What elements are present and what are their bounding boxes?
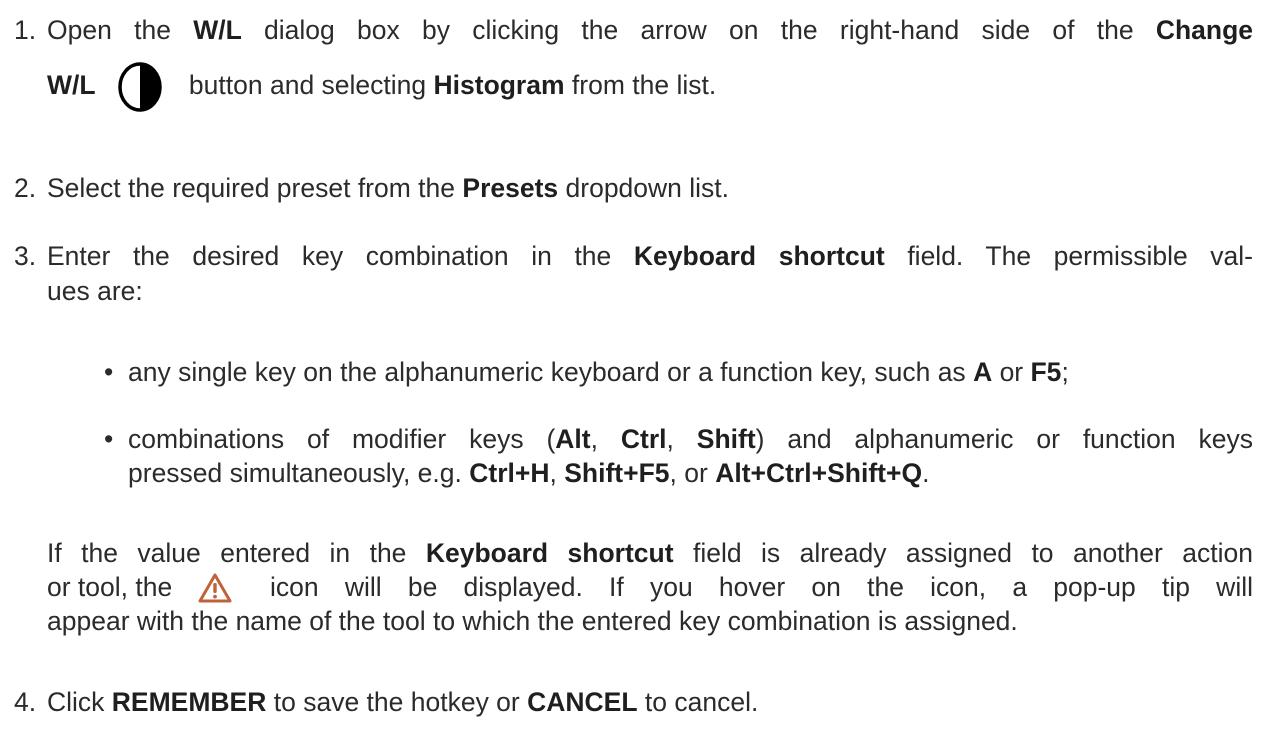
half-contrast-icon	[116, 61, 164, 113]
step-text: any single key on the alphanumeric keybo…	[128, 357, 974, 387]
step-bold: REMEMBER	[111, 687, 267, 717]
step-text: , or	[669, 458, 716, 488]
step-text: Click	[47, 687, 112, 717]
step-bold: Keyboard shortcut	[425, 538, 674, 568]
step-text: ,	[549, 458, 565, 488]
step-text: ,	[590, 424, 621, 454]
bullet-2-line-2: pressed simultaneously, e.g. Ctrl+H, Shi…	[128, 456, 929, 490]
step-bold: Alt	[555, 424, 591, 454]
note-line-1: If the value entered in the Keyboard sho…	[47, 536, 1253, 570]
step-text: to cancel.	[637, 687, 759, 717]
step-4-number: 4.	[14, 687, 37, 717]
bullet-2-line-1: combinations of modifier keys (Alt, Ctrl…	[128, 422, 1253, 456]
step-text: or tool, the	[47, 572, 173, 602]
step-text: ) and alphanumeric or function keys	[755, 424, 1253, 454]
step-1-line-1: Open the W/L dialog box by clicking the …	[47, 13, 1253, 47]
step-text: dialog box by clicking the arrow on the …	[241, 15, 1156, 45]
step-bold: Shift+F5	[564, 458, 670, 488]
step-bold: Ctrl+H	[469, 458, 550, 488]
note-line-3: appear with the name of the tool to whic…	[47, 606, 1018, 636]
step-bold: F5	[1030, 357, 1062, 387]
bullet-2: •	[104, 422, 113, 456]
step-text: dropdown list.	[558, 173, 730, 203]
step-text: icon will be displayed. If you hover on …	[270, 572, 1253, 602]
step-text: .	[922, 458, 930, 488]
step-4-line: Click REMEMBER to save the hotkey or CAN…	[47, 685, 758, 719]
note-line-2-start: or tool, the	[47, 570, 172, 604]
step-bold: Shift	[696, 424, 756, 454]
step-text: If the value entered in the	[47, 538, 426, 568]
step-bold: W/L	[47, 70, 96, 100]
bullet-1-text: any single key on the alphanumeric keybo…	[128, 355, 1069, 389]
step-text: to save the hotkey or	[266, 687, 528, 717]
step-bold: Presets	[462, 173, 559, 203]
step-bold: Change	[1155, 15, 1254, 45]
step-text: ,	[666, 424, 697, 454]
step-bold: CANCEL	[527, 687, 638, 717]
step-text: Enter the desired key combination in the	[47, 241, 634, 271]
step-text: or	[992, 357, 1031, 387]
document-page: 1. Open the W/L dialog box by clicking t…	[0, 0, 1267, 756]
bullet-dot: •	[104, 424, 114, 454]
step-text: button and selecting	[181, 70, 434, 100]
step-text: from the list.	[564, 70, 717, 100]
step-bold: A	[973, 357, 993, 387]
step-text: ;	[1061, 357, 1069, 387]
step-2-line: Select the required preset from the Pres…	[47, 171, 729, 205]
step-3-line-2: ues are:	[47, 276, 143, 306]
step-text: field. The permissible val-	[884, 241, 1253, 271]
step-text: Select the required preset from the	[47, 173, 463, 203]
step-bold: Alt+Ctrl+Shift+Q	[715, 458, 923, 488]
step-text: field is already assigned to another act…	[673, 538, 1253, 568]
step-1-number: 1.	[14, 15, 37, 45]
step-text: Open the	[47, 15, 194, 45]
step-bold: Ctrl	[620, 424, 667, 454]
step-text: pressed simultaneously, e.g.	[128, 458, 470, 488]
bullet-1: •	[104, 355, 113, 389]
step-bold: Keyboard shortcut	[633, 241, 885, 271]
step-bold: W/L	[193, 15, 242, 45]
step-1-line-2: W/L button and selecting Histogram from …	[47, 57, 716, 113]
step-bold: Histogram	[433, 70, 565, 100]
bullet-dot: •	[104, 357, 114, 387]
step-3-line-1: Enter the desired key combination in the…	[47, 239, 1253, 273]
warning-icon	[197, 572, 233, 604]
note-line-2-end: icon will be displayed. If you hover on …	[270, 570, 1253, 604]
step-2-number: 2.	[14, 173, 37, 203]
step-text: combinations of modifier keys (	[128, 424, 556, 454]
step-3-number: 3.	[14, 241, 37, 271]
